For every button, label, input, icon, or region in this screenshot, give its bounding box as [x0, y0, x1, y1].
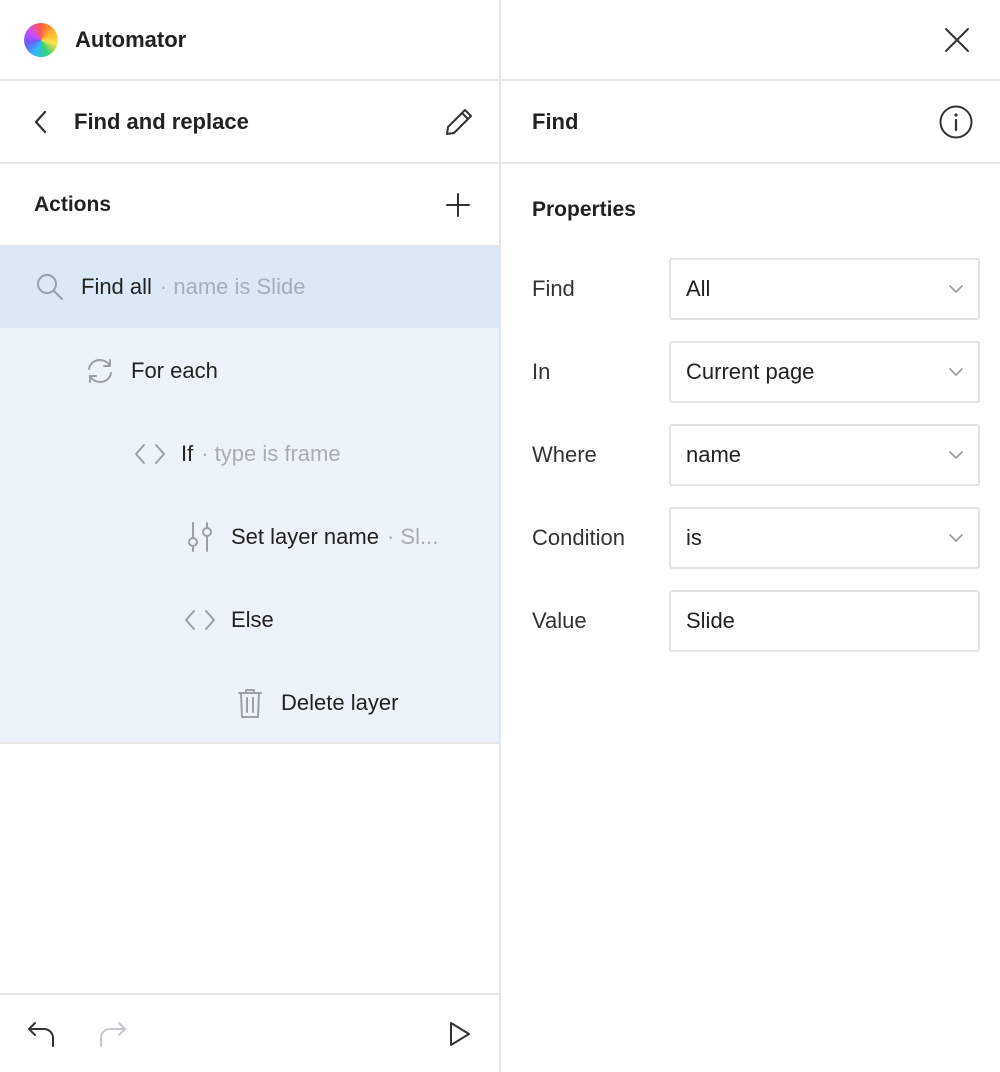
- property-where: Where name: [532, 424, 980, 486]
- tree-item-detail: · Sl...: [386, 523, 439, 549]
- pencil-icon: [446, 108, 472, 135]
- value-input[interactable]: Slide: [669, 590, 980, 652]
- property-label: Where: [532, 442, 597, 467]
- panel-header: Find: [501, 81, 1000, 162]
- undo-button[interactable]: [26, 1019, 56, 1049]
- app-title: Automator: [75, 26, 187, 52]
- window-controls: [501, 0, 1000, 79]
- property-value: Value Slide: [532, 590, 980, 652]
- back-button[interactable]: [30, 109, 52, 135]
- info-icon: [939, 105, 973, 138]
- property-in: In Current page: [532, 341, 980, 403]
- panel-header-divider: [501, 162, 1000, 164]
- select-value: name: [686, 442, 742, 467]
- run-button[interactable]: [447, 1020, 473, 1048]
- tree-item-label: Find all: [81, 274, 152, 299]
- trash-icon: [233, 686, 267, 720]
- property-label: Condition: [532, 525, 625, 550]
- find-select[interactable]: All: [669, 258, 980, 320]
- where-select[interactable]: name: [669, 424, 980, 486]
- select-value: All: [686, 276, 711, 301]
- tree-item-label: For each: [131, 357, 218, 383]
- app-logo-icon: [24, 22, 58, 57]
- tree-divider: [0, 742, 499, 744]
- tree-item-detail: · type is frame: [201, 440, 341, 466]
- redo-button[interactable]: [98, 1019, 128, 1049]
- workflow-header: Find and replace: [0, 81, 499, 162]
- property-label: Value: [532, 608, 587, 633]
- chevron-left-icon: [34, 110, 47, 133]
- footer-toolbar: [0, 995, 499, 1072]
- app-header: Automator: [0, 0, 499, 79]
- select-value: Current page: [686, 359, 815, 384]
- play-icon: [450, 1021, 470, 1046]
- property-label: Find: [532, 276, 575, 301]
- edit-button[interactable]: [443, 106, 475, 138]
- property-find: Find All: [532, 258, 980, 320]
- search-icon: [33, 270, 67, 304]
- right-pane: Find Properties Find All In Current page…: [501, 0, 1000, 1072]
- tree-item-find-all[interactable]: Find all · name is Slide: [0, 246, 499, 328]
- panel-title: Find: [532, 108, 579, 134]
- tree-item-label: If: [181, 440, 194, 466]
- plus-icon: [446, 192, 470, 217]
- code-icon: [183, 603, 217, 637]
- actions-header: Actions: [0, 164, 499, 245]
- info-button[interactable]: [938, 104, 974, 140]
- tree-item-label: Set layer name: [231, 523, 379, 549]
- tree-item-detail: · name is Slide: [159, 274, 306, 299]
- property-label: In: [532, 359, 551, 384]
- tree-item-else[interactable]: Else: [0, 578, 499, 661]
- close-button[interactable]: [944, 27, 970, 53]
- input-value: Slide: [686, 608, 735, 633]
- in-select[interactable]: Current page: [669, 341, 980, 403]
- action-tree: Find all · name is Slide For each If · t…: [0, 246, 499, 742]
- chevron-down-icon: [949, 368, 963, 376]
- tree-item-delete-layer[interactable]: Delete layer: [0, 661, 499, 744]
- loop-icon: [83, 354, 117, 388]
- add-action-button[interactable]: [445, 192, 471, 218]
- property-condition: Condition is: [532, 507, 980, 569]
- properties-title: Properties: [532, 198, 636, 221]
- workflow-title: Find and replace: [74, 108, 249, 134]
- code-icon: [133, 437, 167, 471]
- sliders-icon: [183, 520, 217, 554]
- tree-item-set-layer-name[interactable]: Set layer name · Sl...: [0, 495, 499, 578]
- redo-icon: [100, 1021, 126, 1047]
- tree-item-label: Delete layer: [281, 689, 399, 715]
- chevron-down-icon: [949, 534, 963, 542]
- chevron-down-icon: [949, 285, 963, 293]
- chevron-down-icon: [949, 451, 963, 459]
- actions-title: Actions: [34, 192, 112, 216]
- tree-item-label: Else: [231, 606, 274, 632]
- select-value: is: [686, 525, 702, 550]
- left-pane: Automator Find and replace Actions Find …: [0, 0, 499, 1072]
- close-icon: [945, 27, 969, 52]
- tree-item-for-each[interactable]: For each: [0, 329, 499, 412]
- undo-icon: [28, 1021, 54, 1047]
- condition-select[interactable]: is: [669, 507, 980, 569]
- tree-item-if[interactable]: If · type is frame: [0, 412, 499, 495]
